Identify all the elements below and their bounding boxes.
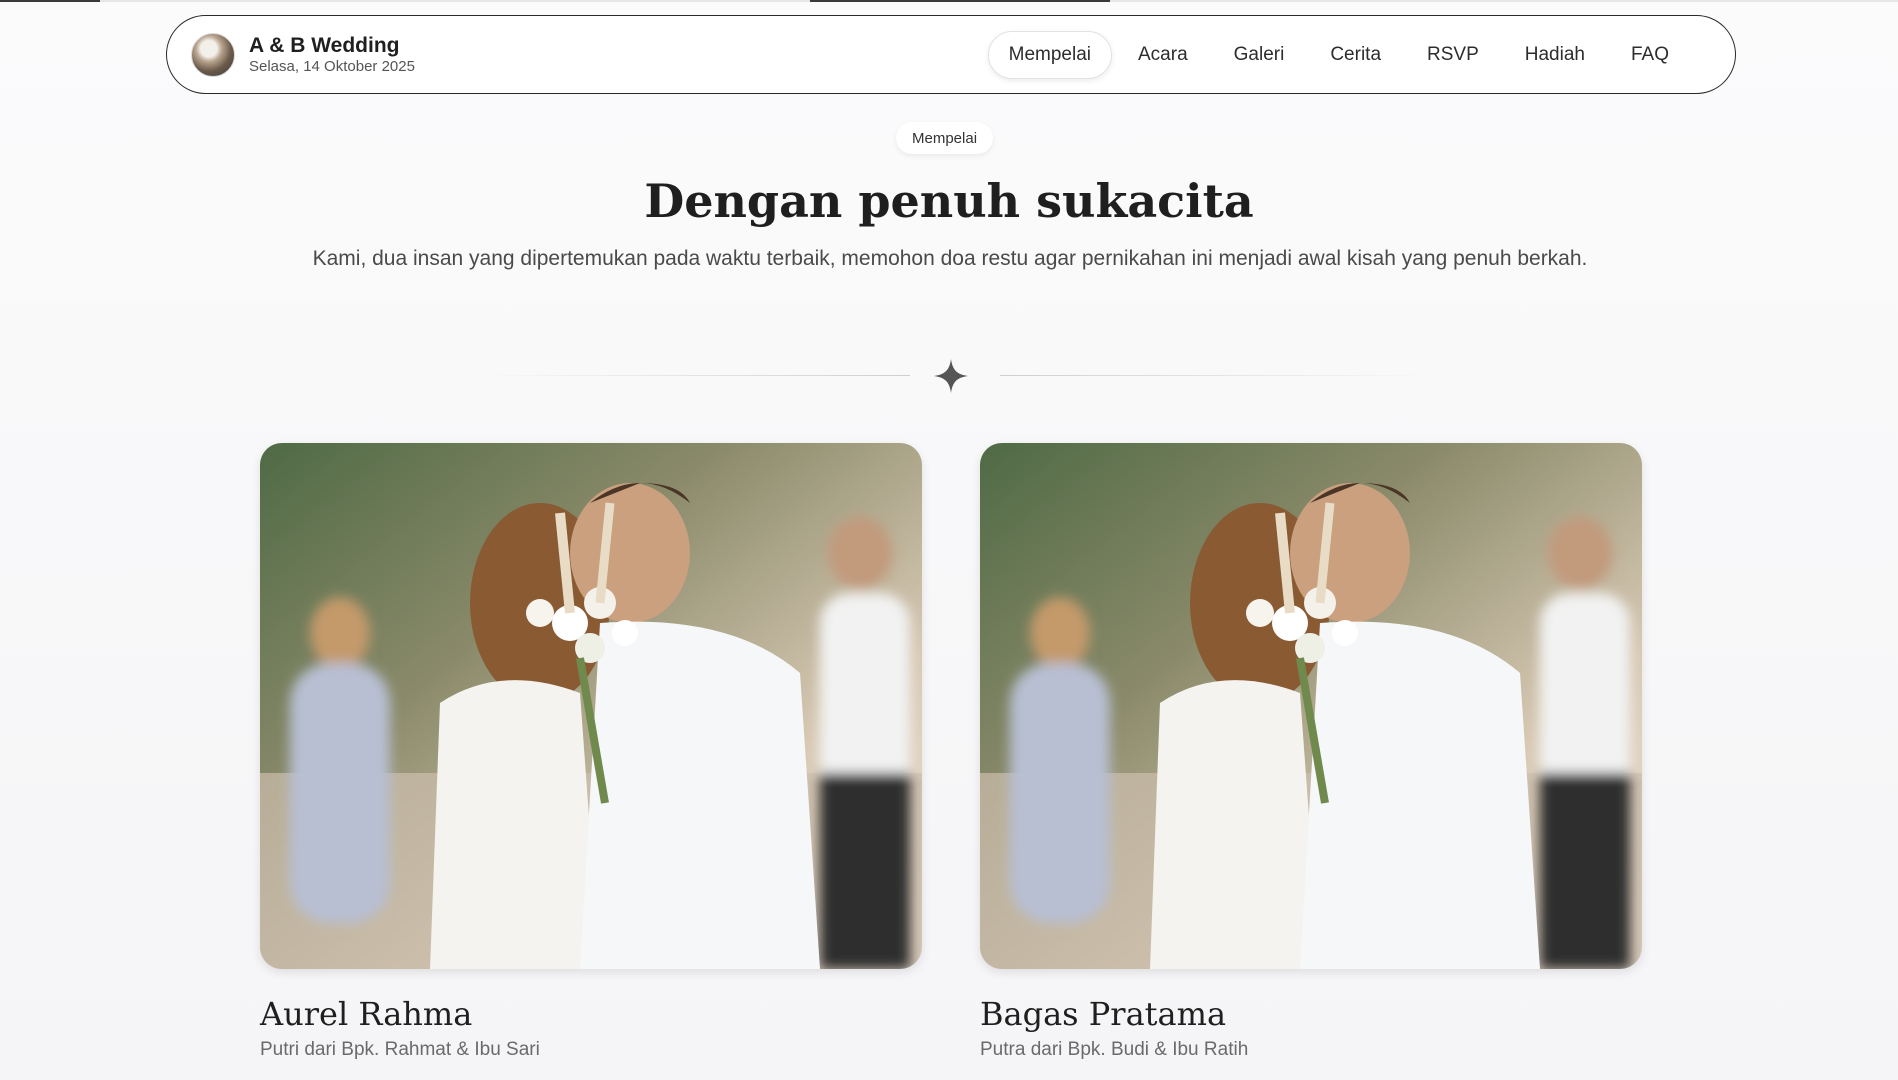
ornament-divider [0,356,1898,396]
brand-date: Selasa, 14 Oktober 2025 [249,57,415,75]
top-strip-segment [0,0,100,2]
nav-item-acara[interactable]: Acara [1118,32,1208,78]
section-subtitle: Kami, dua insan yang dipertemukan pada w… [312,247,1588,270]
nav-menu: Mempelai Acara Galeri Cerita RSVP Hadiah… [987,30,1689,79]
groom-name: Bagas Pratama [980,995,1227,1033]
groom-card: Bagas Pratama Putra dari Bpk. Budi & Ibu… [980,443,1642,1061]
couple-avatar [191,32,235,77]
brand[interactable]: A & B Wedding Selasa, 14 Oktober 2025 [191,32,415,77]
section-pill: Mempelai [896,122,994,154]
bride-name: Aurel Rahma [260,995,473,1033]
nav-item-hadiah[interactable]: Hadiah [1505,32,1605,78]
bride-parents: Putri dari Bpk. Rahmat & Ibu Sari [260,1039,540,1060]
nav-item-faq[interactable]: FAQ [1611,32,1689,78]
nav-item-cerita[interactable]: Cerita [1310,32,1401,78]
nav-item-rsvp[interactable]: RSVP [1407,32,1499,78]
navbar: A & B Wedding Selasa, 14 Oktober 2025 Me… [166,15,1736,94]
nav-item-galeri[interactable]: Galeri [1214,32,1305,78]
nav-item-mempelai[interactable]: Mempelai [987,30,1112,79]
brand-title: A & B Wedding [249,33,400,57]
bride-photo [260,443,922,969]
top-strip-segment [810,0,1110,2]
sparkle-icon [934,359,968,393]
top-progress-strip [0,0,1898,2]
groom-parents: Putra dari Bpk. Budi & Ibu Ratih [980,1039,1249,1060]
brand-text: A & B Wedding Selasa, 14 Oktober 2025 [249,34,415,76]
divider-line-right [1000,375,1430,376]
couple-photo-illustration [980,443,1642,969]
couple-photo-illustration [260,443,922,969]
section-title: Dengan penuh sukacita [644,174,1254,228]
divider-line-left [480,375,910,376]
bride-card: Aurel Rahma Putri dari Bpk. Rahmat & Ibu… [260,443,922,1061]
groom-photo [980,443,1642,969]
